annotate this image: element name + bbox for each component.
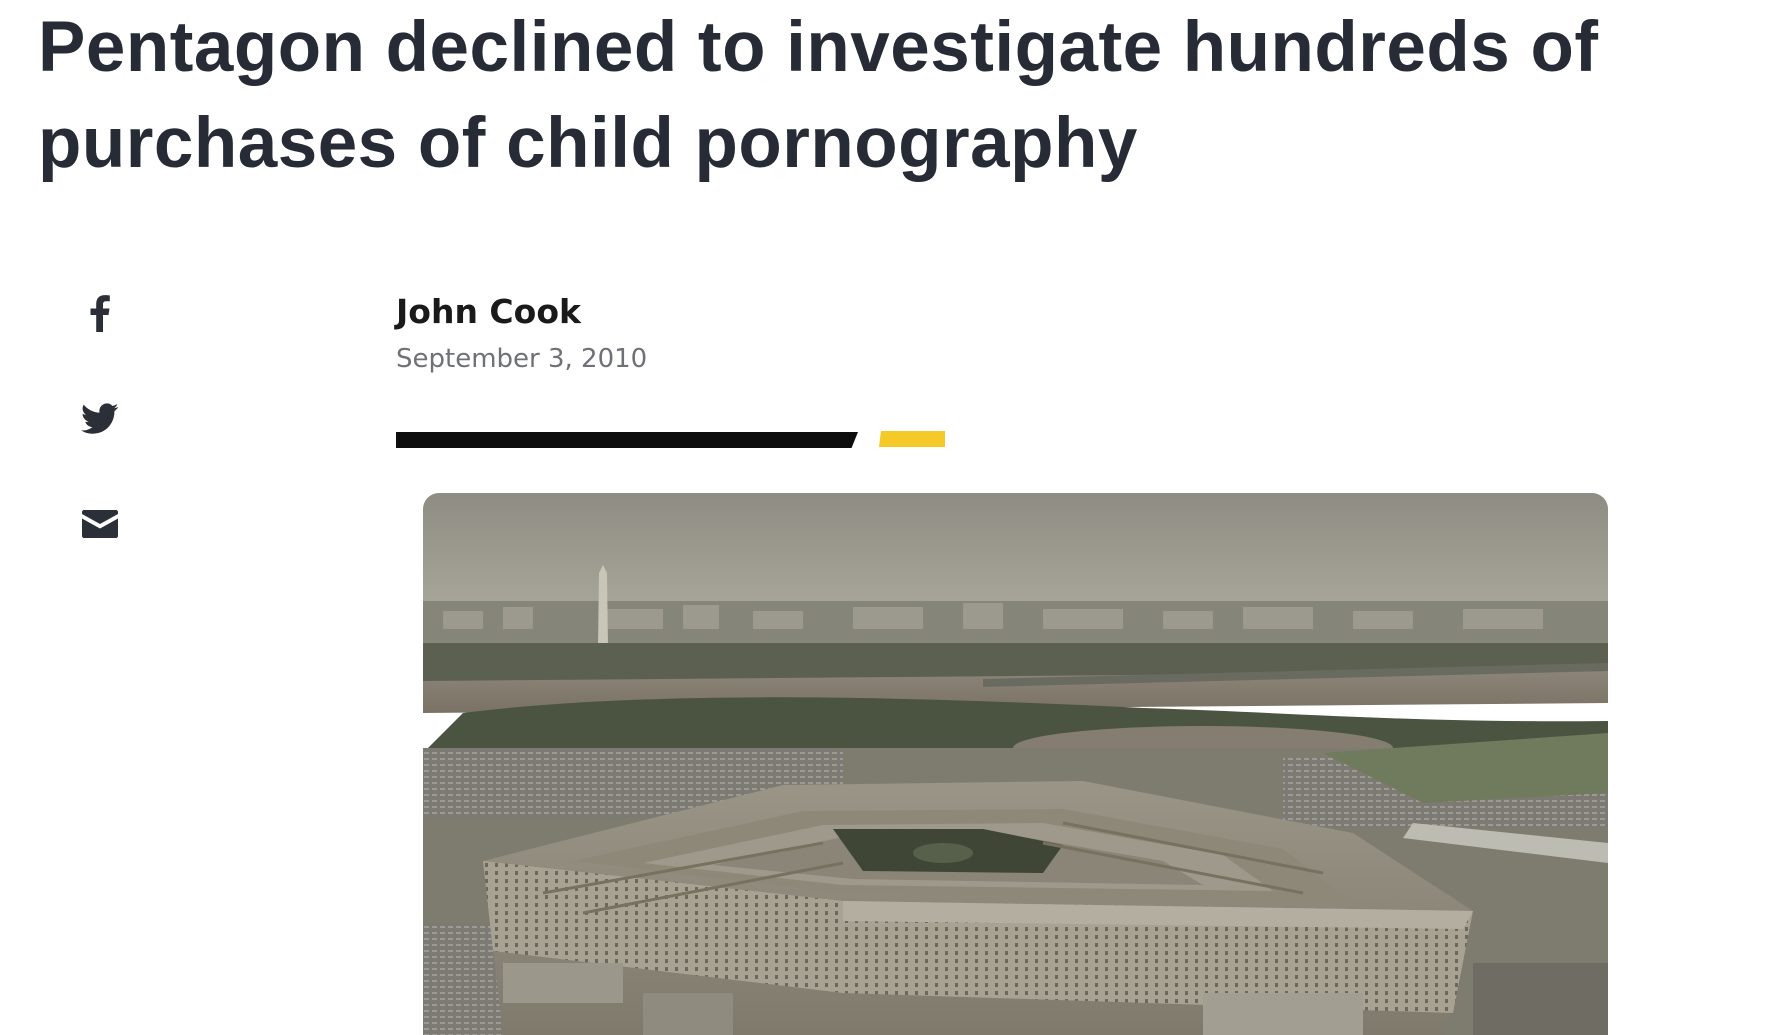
publish-date: September 3, 2010: [396, 344, 648, 374]
facebook-icon: [90, 295, 110, 332]
share-twitter-button[interactable]: [70, 391, 130, 447]
email-icon: [82, 510, 118, 538]
divider-yellow-accent: [879, 431, 945, 447]
twitter-icon: [81, 403, 119, 434]
headline-line-2: purchases of child pornography: [38, 104, 1138, 183]
author-name[interactable]: John Cook: [396, 290, 647, 334]
divider-black-bar: [396, 432, 858, 448]
byline: John Cook September 3, 2010: [396, 290, 647, 376]
share-facebook-button[interactable]: [70, 285, 130, 341]
headline-line-1: Pentagon declined to investigate hundred…: [38, 8, 1599, 87]
share-email-button[interactable]: [70, 496, 130, 552]
pentagon-aerial-photo: [423, 493, 1608, 1035]
article-headline: Pentagon declined to investigate hundred…: [38, 0, 1763, 192]
hero-image: [423, 493, 1608, 1035]
